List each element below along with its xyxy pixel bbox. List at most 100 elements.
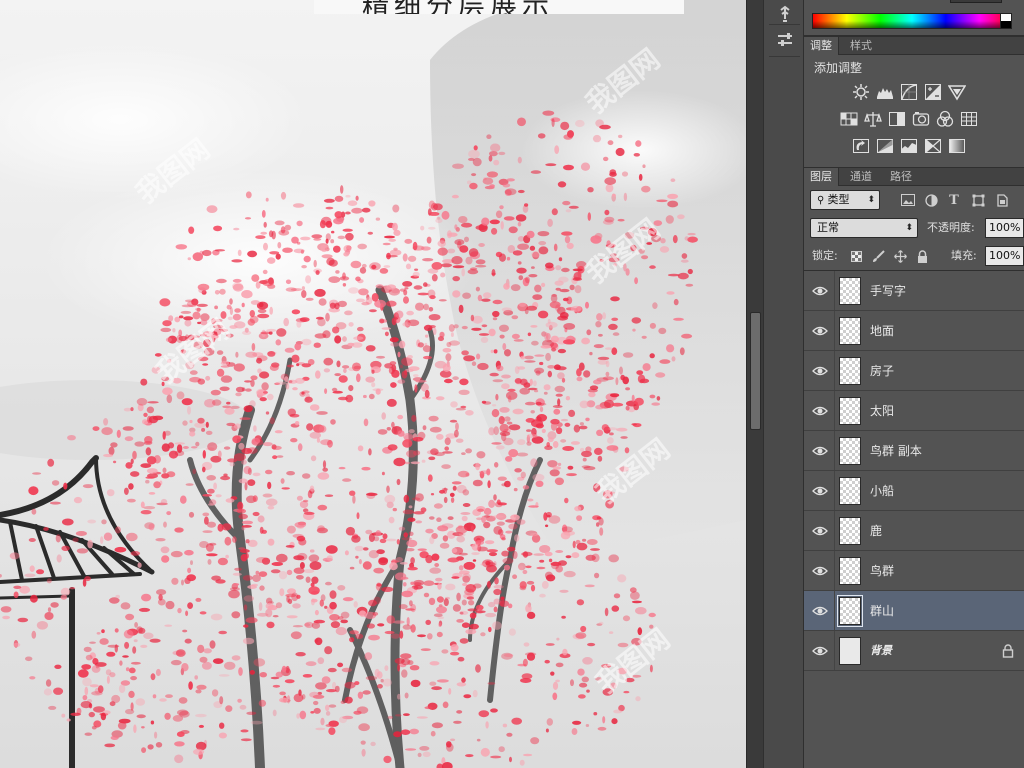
blossom-petal xyxy=(607,437,614,444)
tab-channels[interactable]: 通道 xyxy=(844,168,878,186)
layer-row-selected[interactable]: 群山 xyxy=(804,591,1024,631)
blossom-petal xyxy=(106,651,116,657)
curves-icon[interactable] xyxy=(900,83,918,101)
color-balance-icon[interactable] xyxy=(864,110,882,128)
layer-name[interactable]: 背景 xyxy=(870,642,892,660)
layer-name[interactable]: 地面 xyxy=(870,322,894,340)
black-white-icon[interactable] xyxy=(888,110,906,128)
layer-row[interactable]: 地面 xyxy=(804,311,1024,351)
black-white-swatch[interactable] xyxy=(1000,13,1012,29)
scrollbar-thumb[interactable] xyxy=(750,312,761,430)
layer-row[interactable]: 手写字 xyxy=(804,271,1024,311)
hue-saturation-icon[interactable] xyxy=(840,110,858,128)
layer-thumbnail[interactable] xyxy=(839,477,861,505)
blossom-petal xyxy=(498,529,504,536)
color-spectrum-ramp[interactable] xyxy=(812,13,1012,29)
filter-type-layers-icon[interactable]: T xyxy=(946,192,962,208)
threshold-icon[interactable] xyxy=(900,137,918,155)
blossom-petal xyxy=(214,249,226,252)
filter-adjustment-layers-icon[interactable] xyxy=(923,192,939,208)
layer-name[interactable]: 房子 xyxy=(870,362,894,380)
layer-row[interactable]: 背景 xyxy=(804,631,1024,671)
layer-thumbnail[interactable] xyxy=(839,517,861,545)
layer-thumbnail[interactable] xyxy=(839,397,861,425)
blossom-petal xyxy=(507,395,512,403)
layer-name[interactable]: 群山 xyxy=(870,602,894,620)
opacity-field[interactable]: 100% xyxy=(985,218,1024,238)
lock-position-icon[interactable] xyxy=(892,248,908,264)
eye-icon[interactable] xyxy=(812,643,828,659)
blossom-petal xyxy=(25,656,33,662)
blossom-petal xyxy=(160,327,172,333)
lock-image-pixels-icon[interactable] xyxy=(870,248,886,264)
eye-icon[interactable] xyxy=(812,563,828,579)
canvas-vertical-scrollbar[interactable] xyxy=(746,0,763,768)
eye-icon[interactable] xyxy=(812,523,828,539)
posterize-icon[interactable] xyxy=(876,137,894,155)
levels-icon[interactable] xyxy=(876,83,894,101)
layer-name[interactable]: 鸟群 xyxy=(870,562,894,580)
channel-mixer-icon[interactable] xyxy=(936,110,954,128)
gradient-map-icon[interactable] xyxy=(948,137,966,155)
layer-name[interactable]: 小船 xyxy=(870,482,894,500)
layer-row[interactable]: 鹿 xyxy=(804,511,1024,551)
fill-field[interactable]: 100% xyxy=(985,246,1024,266)
blossom-petal xyxy=(499,205,504,210)
blossom-petal xyxy=(238,513,248,520)
layer-thumbnail[interactable] xyxy=(837,595,863,627)
eye-icon[interactable] xyxy=(812,403,828,419)
blossom-petal xyxy=(573,424,581,433)
layer-name[interactable]: 太阳 xyxy=(870,402,894,420)
layer-filter-select[interactable]: ⚲ 类型 ⬍ xyxy=(810,190,880,210)
layer-thumbnail[interactable] xyxy=(839,557,861,585)
layer-name[interactable]: 手写字 xyxy=(870,282,906,300)
layer-thumbnail[interactable] xyxy=(839,317,861,345)
layer-name[interactable]: 鹿 xyxy=(870,522,882,540)
divider xyxy=(834,271,835,310)
color-lookup-icon[interactable] xyxy=(960,110,978,128)
blend-mode-select[interactable]: 正常 ⬍ xyxy=(810,218,918,238)
layer-row[interactable]: 鸟群 xyxy=(804,551,1024,591)
blossom-petal xyxy=(413,374,419,378)
document-canvas[interactable]: 精细分层展示 我图网 我图网 我图网 我图网 我图网 我图网 xyxy=(0,0,746,768)
vibrance-icon[interactable] xyxy=(947,83,967,101)
eye-icon[interactable] xyxy=(812,323,828,339)
filter-smart-objects-icon[interactable] xyxy=(994,192,1010,208)
invert-icon[interactable] xyxy=(852,137,870,155)
layer-row[interactable]: 房子 xyxy=(804,351,1024,391)
tab-layers[interactable]: 图层 xyxy=(804,168,839,186)
lock-transparent-pixels-icon[interactable] xyxy=(848,248,864,264)
exposure-icon[interactable] xyxy=(924,83,942,101)
properties-icon[interactable] xyxy=(773,28,797,52)
layer-row[interactable]: 小船 xyxy=(804,471,1024,511)
blossom-petal xyxy=(426,236,432,244)
lock-all-icon[interactable] xyxy=(914,248,930,264)
blossom-petal xyxy=(368,200,376,207)
layer-thumbnail[interactable] xyxy=(839,357,861,385)
puppet-warp-icon[interactable] xyxy=(773,2,797,26)
eye-icon[interactable] xyxy=(812,443,828,459)
blossom-petal xyxy=(246,711,257,715)
blossom-petal xyxy=(531,266,535,269)
eye-icon[interactable] xyxy=(812,283,828,299)
eye-icon[interactable] xyxy=(812,483,828,499)
layer-thumbnail[interactable] xyxy=(839,277,861,305)
brightness-contrast-icon[interactable] xyxy=(852,83,870,101)
eye-icon[interactable] xyxy=(812,603,828,619)
layer-thumbnail[interactable] xyxy=(839,637,861,665)
layer-name[interactable]: 鸟群 副本 xyxy=(870,442,922,460)
tab-styles[interactable]: 样式 xyxy=(844,37,878,55)
filter-pixel-layers-icon[interactable] xyxy=(900,192,916,208)
blossom-petal xyxy=(519,378,528,386)
photo-filter-icon[interactable] xyxy=(912,110,930,128)
eye-icon[interactable] xyxy=(812,363,828,379)
tab-paths[interactable]: 路径 xyxy=(884,168,918,186)
layer-thumbnail[interactable] xyxy=(839,437,861,465)
blossom-petal xyxy=(124,436,134,442)
tab-adjustments[interactable]: 调整 xyxy=(804,37,839,55)
selective-color-icon[interactable] xyxy=(924,137,942,155)
filter-shape-layers-icon[interactable] xyxy=(970,192,986,208)
layer-row[interactable]: 太阳 xyxy=(804,391,1024,431)
color-value-field[interactable] xyxy=(950,0,1002,3)
layer-row[interactable]: 鸟群 副本 xyxy=(804,431,1024,471)
